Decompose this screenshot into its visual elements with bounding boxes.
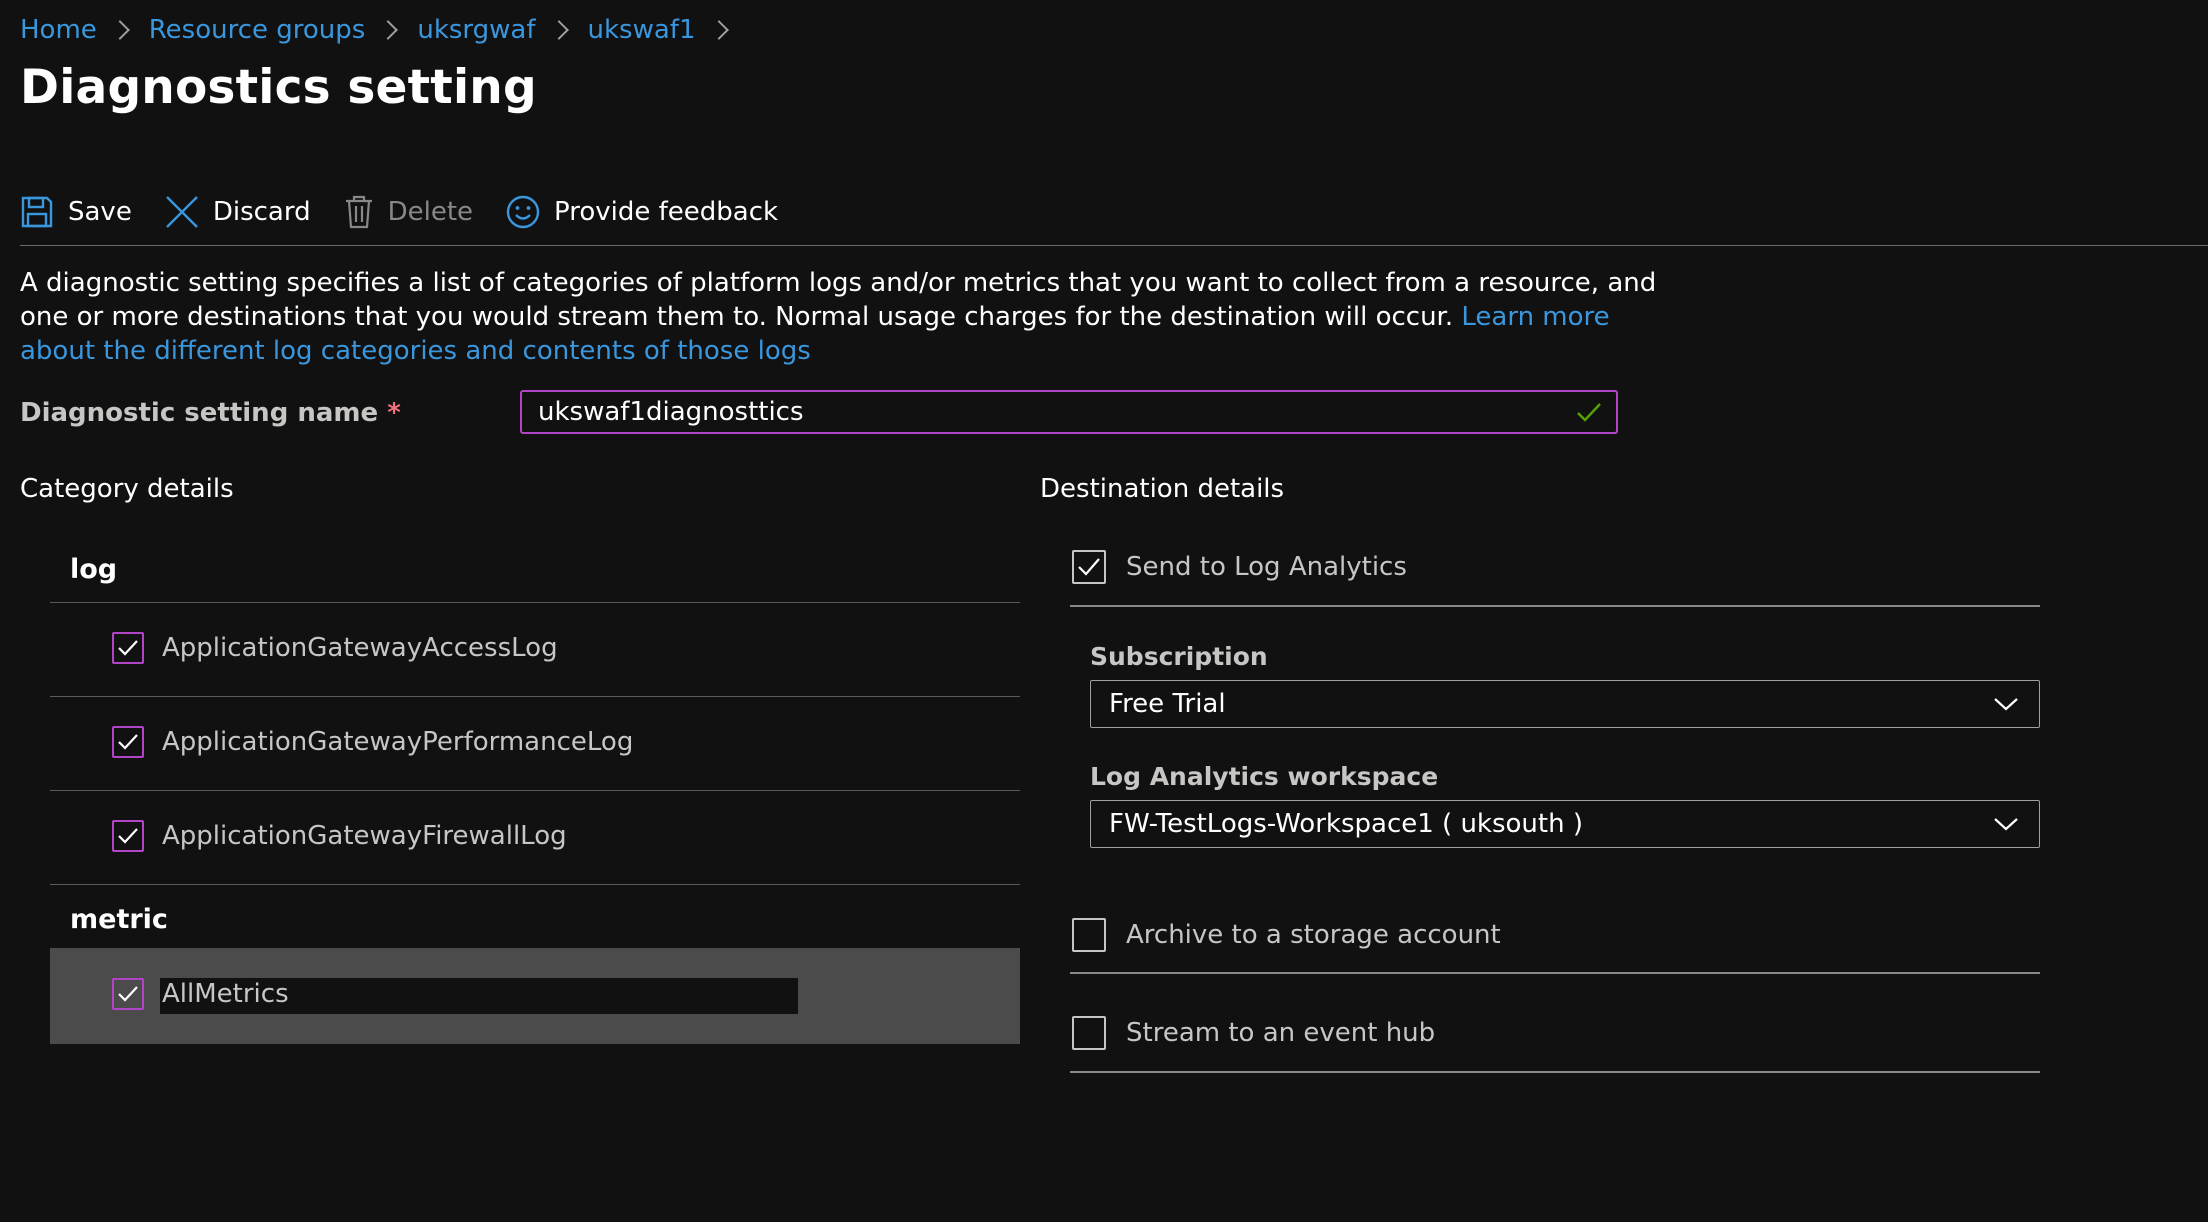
checkmark-icon [1078, 558, 1100, 576]
save-label: Save [68, 197, 132, 227]
delete-button[interactable]: Delete [344, 195, 473, 229]
workspace-label: Log Analytics workspace [1090, 762, 1439, 791]
log-category-label: ApplicationGatewayFirewallLog [162, 821, 567, 851]
firewall-log-checkbox[interactable] [112, 820, 144, 852]
name-label-text: Diagnostic setting name [20, 398, 379, 428]
subscription-value: Free Trial [1109, 689, 1226, 719]
log-category-firewall[interactable]: ApplicationGatewayFirewallLog [112, 820, 567, 852]
divider [50, 884, 1020, 885]
send-to-log-analytics-option[interactable]: Send to Log Analytics [1072, 550, 1407, 584]
allmetrics-checkbox[interactable] [112, 978, 144, 1010]
send-to-log-analytics-label: Send to Log Analytics [1126, 552, 1407, 582]
description-text: A diagnostic setting specifies a list of… [20, 268, 1657, 332]
log-category-access[interactable]: ApplicationGatewayAccessLog [112, 632, 558, 664]
metric-group-heading: metric [70, 904, 168, 935]
divider [1070, 972, 2040, 974]
description: A diagnostic setting specifies a list of… [20, 266, 1660, 368]
divider [1070, 605, 2040, 607]
archive-to-storage-option[interactable]: Archive to a storage account [1072, 918, 1501, 952]
breadcrumb-resource-group[interactable]: uksrgwaf [417, 15, 535, 45]
breadcrumb-resource-groups[interactable]: Resource groups [149, 15, 366, 45]
destination-details-heading: Destination details [1040, 474, 1285, 504]
divider [50, 790, 1020, 791]
divider [1070, 1071, 2040, 1073]
performance-log-checkbox[interactable] [112, 726, 144, 758]
discard-button[interactable]: Discard [165, 195, 311, 229]
diagnostic-setting-name-label: Diagnostic setting name * [20, 398, 401, 428]
breadcrumb-home[interactable]: Home [20, 15, 97, 45]
smiley-icon [506, 195, 540, 229]
chevron-right-icon [109, 20, 130, 40]
checkmark-icon [118, 734, 138, 750]
discard-label: Discard [212, 197, 311, 227]
archive-to-storage-checkbox[interactable] [1072, 918, 1106, 952]
log-category-performance[interactable]: ApplicationGatewayPerformanceLog [112, 726, 633, 758]
access-log-checkbox[interactable] [112, 632, 144, 664]
stream-to-event-hub-option[interactable]: Stream to an event hub [1072, 1016, 1435, 1050]
trash-icon [345, 195, 372, 229]
checkmark-icon [1577, 403, 1601, 422]
toolbar-divider [20, 245, 2208, 246]
subscription-label: Subscription [1090, 642, 1268, 671]
diagnostic-setting-name-input[interactable] [522, 392, 1616, 432]
divider [50, 696, 1020, 697]
archive-to-storage-label: Archive to a storage account [1126, 920, 1501, 950]
breadcrumb-resource[interactable]: ukswaf1 [588, 15, 696, 45]
chevron-right-icon [378, 20, 399, 40]
metric-category-allmetrics[interactable]: AllMetrics [112, 978, 289, 1010]
breadcrumb: Home Resource groups uksrgwaf ukswaf1 [20, 10, 748, 50]
provide-feedback-label: Provide feedback [554, 197, 779, 227]
chevron-down-icon [1994, 818, 2018, 831]
log-category-label: ApplicationGatewayAccessLog [162, 633, 558, 663]
close-icon [165, 196, 198, 228]
save-icon [21, 196, 53, 228]
page-title: Diagnostics setting [20, 60, 537, 115]
category-details-heading: Category details [20, 474, 234, 504]
required-marker: * [387, 398, 401, 428]
divider [50, 602, 1020, 603]
save-button[interactable]: Save [20, 195, 132, 229]
log-group-heading: log [70, 554, 118, 585]
stream-to-event-hub-checkbox[interactable] [1072, 1016, 1106, 1050]
checkmark-icon [118, 640, 138, 656]
checkmark-icon [118, 986, 138, 1002]
provide-feedback-button[interactable]: Provide feedback [506, 195, 778, 229]
toolbar: Save Discard Delete Provide feedback [20, 184, 811, 240]
workspace-value: FW-TestLogs-Workspace1 ( uksouth ) [1109, 809, 1583, 839]
delete-label: Delete [387, 197, 474, 227]
checkmark-icon [118, 828, 138, 844]
subscription-dropdown[interactable]: Free Trial [1090, 680, 2040, 728]
diagnostic-setting-name-field [520, 390, 1618, 434]
chevron-right-icon [548, 20, 569, 40]
stream-to-event-hub-label: Stream to an event hub [1126, 1018, 1436, 1048]
log-analytics-workspace-dropdown[interactable]: FW-TestLogs-Workspace1 ( uksouth ) [1090, 800, 2040, 848]
chevron-right-icon [708, 20, 729, 40]
send-to-log-analytics-checkbox[interactable] [1072, 550, 1106, 584]
log-category-label: ApplicationGatewayPerformanceLog [162, 727, 634, 757]
chevron-down-icon [1994, 698, 2018, 711]
metric-category-label: AllMetrics [162, 979, 289, 1009]
